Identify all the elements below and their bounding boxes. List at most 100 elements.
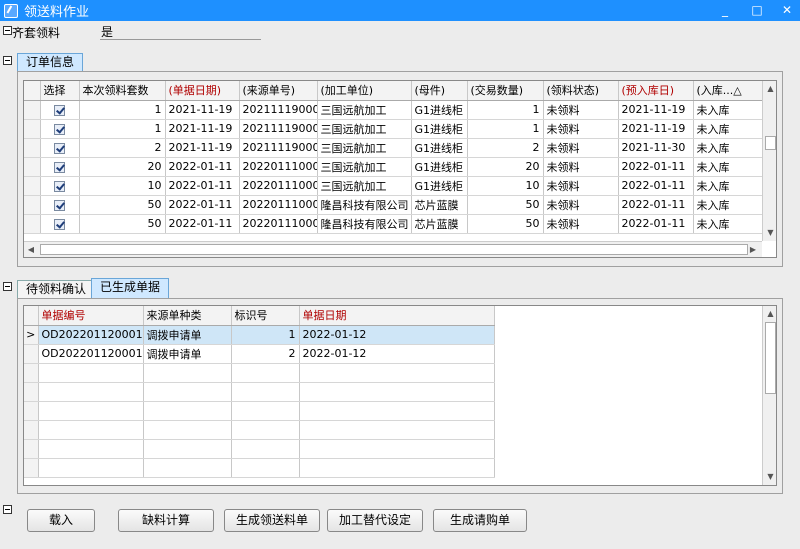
col-doc-no[interactable]: 单据编号 (38, 306, 144, 326)
cell-doc-date[interactable]: 2022-01-12 (299, 344, 495, 364)
cell-process-unit: 三国远航加工 (317, 176, 412, 196)
cell-kit-qty[interactable]: 1 (79, 100, 166, 120)
col-doc-date[interactable]: 单据日期 (299, 306, 495, 326)
col-in-status[interactable]: (入库...△ (693, 81, 763, 101)
cell-pick-status: 未领料 (543, 195, 619, 215)
kit-field-underline (100, 39, 261, 40)
checkbox-checked-icon[interactable] (54, 199, 65, 211)
cell-doc-date: 2022-01-11 (165, 157, 240, 177)
table-row[interactable]: 1 2021-11-19 202111190002 三国远航加工 G1进线柜 1… (24, 119, 763, 139)
table-row[interactable]: 10 2022-01-11 202201110002 三国远航加工 G1进线柜 … (24, 176, 763, 196)
col-trade-qty[interactable]: (交易数量) (467, 81, 544, 101)
select-cell[interactable] (40, 157, 80, 177)
cell-process-unit: 三国远航加工 (317, 119, 412, 139)
cell-in-status: 未入库 (693, 119, 763, 139)
table-row[interactable]: OD202201120001 调拨申请单 2 2022-01-12 (24, 344, 495, 364)
scroll-up-arrow-icon[interactable]: ▲ (765, 308, 776, 320)
table-row[interactable]: > OD202201120001 调拨申请单 1 2022-01-12 (24, 325, 495, 345)
cell-id-no[interactable]: 2 (231, 344, 300, 364)
checkbox-checked-icon[interactable] (54, 161, 65, 173)
scroll-thumb[interactable] (40, 244, 748, 255)
checkbox-checked-icon[interactable] (54, 104, 65, 116)
app-icon (4, 3, 18, 18)
minimize-button[interactable]: _ (712, 2, 738, 19)
cell-doc-no[interactable]: OD202201120001 (38, 344, 144, 364)
cell-kit-qty[interactable]: 20 (79, 157, 166, 177)
order-grid: 选择 本次领料套数 (单据日期) (来源单号) (加工单位) (母件) (交易数… (23, 80, 777, 258)
generate-purchase-request-button[interactable]: 生成请购单 (433, 509, 527, 532)
docs-header-row: 单据编号 来源单种类 标识号 单据日期 (24, 306, 495, 326)
scroll-thumb[interactable] (765, 136, 776, 150)
col-select[interactable]: 选择 (40, 81, 80, 101)
scroll-down-arrow-icon[interactable]: ▼ (765, 227, 776, 239)
col-pick-status[interactable]: (领料状态) (543, 81, 619, 101)
scroll-up-arrow-icon[interactable]: ▲ (765, 83, 776, 95)
col-parent-part[interactable]: (母件) (411, 81, 468, 101)
cell-id-no[interactable]: 1 (231, 325, 300, 345)
tab-generated-docs[interactable]: 已生成单据 (91, 278, 170, 299)
load-button[interactable]: 载入 (27, 509, 95, 532)
col-source-type[interactable]: 来源单种类 (143, 306, 232, 326)
row-indicator (24, 195, 41, 215)
table-row[interactable]: 50 2022-01-11 202201110004 隆昌科技有限公司 芯片蓝膜… (24, 214, 763, 234)
kit-collapse-icon[interactable] (3, 26, 12, 35)
cell-source-no: 202201110003 (239, 195, 318, 215)
select-cell[interactable] (40, 119, 80, 139)
cell-parent-part: G1进线柜 (411, 138, 468, 158)
checkbox-checked-icon[interactable] (54, 218, 65, 230)
cell-pick-status: 未领料 (543, 100, 619, 120)
table-row[interactable]: 2 2021-11-19 202111190003 三国远航加工 G1进线柜 2… (24, 138, 763, 158)
select-cell[interactable] (40, 176, 80, 196)
cell-kit-qty[interactable]: 50 (79, 214, 166, 234)
maximize-button[interactable]: □ (744, 2, 770, 19)
cell-process-unit: 隆昌科技有限公司 (317, 195, 412, 215)
checkbox-checked-icon[interactable] (54, 142, 65, 154)
checkbox-checked-icon[interactable] (54, 180, 65, 192)
checkbox-checked-icon[interactable] (54, 123, 65, 135)
order-collapse-icon[interactable] (3, 56, 12, 65)
select-cell[interactable] (40, 100, 80, 120)
order-horizontal-scrollbar[interactable]: ◀ ▶ (24, 241, 762, 257)
select-cell[interactable] (40, 195, 80, 215)
scroll-down-arrow-icon[interactable]: ▼ (765, 471, 776, 483)
cell-trade-qty: 50 (467, 214, 544, 234)
cell-kit-qty[interactable]: 10 (79, 176, 166, 196)
table-row[interactable]: 20 2022-01-11 202201110001 三国远航加工 G1进线柜 … (24, 157, 763, 177)
tab-pending-confirm[interactable]: 待领料确认 (17, 280, 96, 299)
table-row[interactable]: 1 2021-11-19 202111190001 三国远航加工 G1进线柜 1… (24, 100, 763, 120)
cell-kit-qty[interactable]: 2 (79, 138, 166, 158)
docs-vertical-scrollbar[interactable]: ▲ ▼ (762, 306, 776, 485)
col-process-unit[interactable]: (加工单位) (317, 81, 412, 101)
cell-source-type[interactable]: 调拨申请单 (143, 344, 232, 364)
scroll-right-arrow-icon[interactable]: ▶ (748, 244, 758, 256)
select-cell[interactable] (40, 214, 80, 234)
cell-doc-no[interactable]: OD202201120001 (38, 325, 144, 345)
scroll-thumb[interactable] (765, 322, 776, 394)
table-row[interactable]: 50 2022-01-11 202201110003 隆昌科技有限公司 芯片蓝膜… (24, 195, 763, 215)
cell-kit-qty[interactable]: 50 (79, 195, 166, 215)
cell-source-no: 202201110001 (239, 157, 318, 177)
generate-pick-order-button[interactable]: 生成领送料单 (224, 509, 320, 532)
cell-doc-date: 2021-11-19 (165, 100, 240, 120)
col-source-no[interactable]: (来源单号) (239, 81, 318, 101)
shortage-calc-button[interactable]: 缺料计算 (118, 509, 214, 532)
process-substitute-button[interactable]: 加工替代设定 (327, 509, 423, 532)
col-doc-date[interactable]: (单据日期) (165, 81, 240, 101)
tab-order-info[interactable]: 订单信息 (17, 53, 84, 72)
col-kit-qty[interactable]: 本次领料套数 (79, 81, 166, 101)
select-cell[interactable] (40, 138, 80, 158)
cell-source-type[interactable]: 调拨申请单 (143, 325, 232, 345)
row-indicator (24, 138, 41, 158)
actions-collapse-icon[interactable] (3, 505, 12, 514)
cell-source-no: 202111190001 (239, 100, 318, 120)
cell-kit-qty[interactable]: 1 (79, 119, 166, 139)
order-vertical-scrollbar[interactable]: ▲ ▼ (762, 81, 776, 241)
empty-row (24, 382, 495, 402)
scroll-left-arrow-icon[interactable]: ◀ (26, 244, 36, 256)
cell-doc-date[interactable]: 2022-01-12 (299, 325, 495, 345)
row-indicator (24, 100, 41, 120)
docs-collapse-icon[interactable] (3, 282, 12, 291)
col-expected-in-date[interactable]: (预入库日) (618, 81, 694, 101)
col-id-no[interactable]: 标识号 (231, 306, 300, 326)
close-button[interactable]: ✕ (774, 2, 800, 19)
